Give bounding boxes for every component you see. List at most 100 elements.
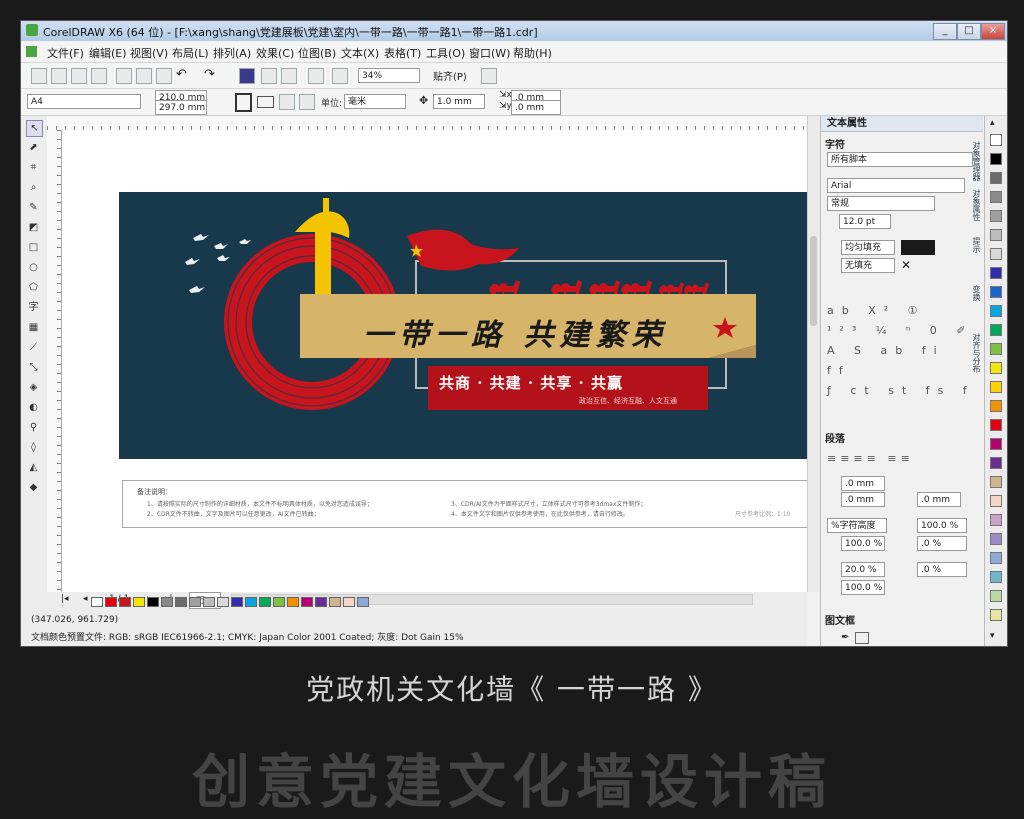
font-select[interactable]: Arial [827, 178, 965, 193]
eyedropper-tool-icon[interactable]: ⚲ [26, 420, 41, 435]
palette-swatch[interactable] [990, 457, 1002, 469]
connector-tool-icon[interactable]: ⤡ [26, 360, 41, 375]
notes-box[interactable]: 备注说明： 1、请按照实际的尺寸制作的详细材质，本文件不标明具体材质，以免对您造… [122, 480, 808, 528]
document-palette-swatch[interactable] [161, 597, 173, 607]
palette-swatch[interactable] [990, 476, 1002, 488]
palette-swatch[interactable] [990, 362, 1002, 374]
section-frame[interactable]: 图文框 [825, 612, 855, 627]
palette-swatch[interactable] [990, 419, 1002, 431]
transparency-tool-icon[interactable]: ◐ [26, 400, 41, 415]
fill-color-swatch[interactable] [901, 240, 935, 255]
palette-swatch[interactable] [990, 210, 1002, 222]
font-style-select[interactable]: 常规 [827, 196, 935, 211]
space-after-field[interactable]: .0 % [917, 536, 967, 551]
horizontal-ruler[interactable] [47, 116, 807, 131]
first-line-indent-field[interactable]: .0 mm [841, 492, 885, 507]
fill-tool-icon[interactable]: ◭ [26, 460, 41, 475]
document-palette-swatch[interactable] [175, 597, 187, 607]
alignment-icons[interactable]: ≡≡≡≡ ≡≡ [827, 452, 914, 465]
palette-scroll-up-icon[interactable]: ▴ [990, 118, 995, 128]
menu-arrange[interactable]: 排列(A) [213, 45, 251, 61]
page-height-field[interactable]: 297.0 mm [155, 100, 207, 115]
page-size-select[interactable]: A4 [27, 94, 141, 109]
document-palette-swatch[interactable] [217, 597, 229, 607]
palette-swatch[interactable] [990, 438, 1002, 450]
document-palette-swatch[interactable] [301, 597, 313, 607]
docker-side-tab[interactable]: 提示 [971, 237, 982, 253]
docker-side-tab[interactable]: 对象属性 [971, 189, 982, 221]
pick-tool-icon[interactable]: ↖ [26, 120, 43, 137]
palette-swatch[interactable] [990, 400, 1002, 412]
zoom-level-select[interactable]: 34% [358, 68, 420, 83]
background-fill-select[interactable]: 无填充 [841, 258, 895, 273]
prev-page-icon[interactable]: ◂ [83, 594, 88, 604]
crop-tool-icon[interactable]: ⌗ [26, 160, 41, 175]
outline-tool-icon[interactable]: ◊ [26, 440, 41, 455]
menu-text[interactable]: 文本(X) [341, 45, 379, 61]
nudge-distance-field[interactable]: 1.0 mm [433, 94, 485, 109]
smart-fill-icon[interactable]: ◩ [26, 220, 41, 235]
palette-swatch[interactable] [990, 514, 1002, 526]
shape-tool-icon[interactable]: ⬈ [26, 140, 41, 155]
language-spacing-field[interactable]: 100.0 % [841, 580, 885, 595]
line-spacing-mode-select[interactable]: %字符高度 [827, 518, 887, 533]
copy-icon[interactable] [136, 68, 152, 84]
docker-side-tab[interactable]: 对象管理器 [971, 141, 982, 181]
menu-layout[interactable]: 布局(L) [172, 45, 209, 61]
blend-tool-icon[interactable]: ◈ [26, 380, 41, 395]
paste-icon[interactable] [156, 68, 172, 84]
all-pages-icon[interactable] [279, 94, 295, 110]
document-palette-swatch[interactable] [329, 597, 341, 607]
ellipse-tool-icon[interactable]: ○ [26, 260, 41, 275]
document-palette-swatch[interactable] [343, 597, 355, 607]
menu-help[interactable]: 帮助(H) [513, 45, 552, 61]
vertical-ruler[interactable] [47, 130, 62, 592]
document-palette-swatch[interactable] [315, 597, 327, 607]
left-indent-field[interactable]: .0 mm [841, 476, 885, 491]
palette-swatch[interactable] [990, 343, 1002, 355]
font-size-field[interactable]: 12.0 pt [839, 214, 891, 229]
app-launcher-icon[interactable] [308, 68, 324, 84]
palette-swatch[interactable] [990, 571, 1002, 583]
interactive-fill-icon[interactable]: ◆ [26, 480, 41, 495]
import-icon[interactable] [239, 68, 255, 84]
freehand-tool-icon[interactable]: ✎ [26, 200, 41, 215]
dimension-tool-icon[interactable]: ⟋ [26, 340, 41, 355]
polygon-tool-icon[interactable]: ⬠ [26, 280, 41, 295]
maximize-button[interactable]: □ [957, 23, 981, 40]
document-palette-swatch[interactable] [231, 597, 243, 607]
palette-swatch[interactable] [990, 324, 1002, 336]
text-fill-select[interactable]: 均匀填充 [841, 240, 895, 255]
menu-table[interactable]: 表格(T) [384, 45, 421, 61]
table-tool-icon[interactable]: ▦ [26, 320, 41, 335]
script-select[interactable]: 所有脚本 [827, 152, 973, 167]
palette-swatch[interactable] [990, 305, 1002, 317]
portrait-icon[interactable] [235, 93, 252, 112]
palette-swatch[interactable] [990, 533, 1002, 545]
word-spacing-field[interactable]: .0 % [917, 562, 967, 577]
menu-edit[interactable]: 编辑(E) [89, 45, 127, 61]
palette-swatch[interactable] [990, 381, 1002, 393]
no-outline-swatch[interactable] [855, 632, 869, 644]
document-palette-swatch[interactable] [189, 597, 201, 607]
menu-effects[interactable]: 效果(C) [256, 45, 294, 61]
wall-design-artwork[interactable]: 一带一路 共建繁荣 共商 · 共建 · 共享 · 共赢 政治互信、经济互融、人文… [119, 192, 811, 459]
minimize-button[interactable]: _ [933, 23, 957, 40]
cut-icon[interactable] [116, 68, 132, 84]
menu-window[interactable]: 窗口(W) [469, 45, 510, 61]
options-icon[interactable] [481, 68, 497, 84]
publish-icon[interactable] [281, 68, 297, 84]
document-palette-swatch[interactable] [91, 597, 103, 607]
zoom-tool-icon[interactable]: ⌕ [26, 180, 41, 195]
palette-scroll-down-icon[interactable]: ▾ [990, 631, 995, 641]
document-palette-swatch[interactable] [133, 597, 145, 607]
first-page-icon[interactable]: |◂ [61, 594, 69, 604]
docker-side-tab[interactable]: 对齐与分布 [971, 333, 982, 373]
undo-icon[interactable]: ↶ [176, 67, 187, 82]
menu-file[interactable]: 文件(F) [47, 45, 84, 61]
outline-pen-icon[interactable]: ✒ [841, 632, 849, 643]
save-icon[interactable] [71, 68, 87, 84]
section-paragraph[interactable]: 段落 [825, 430, 845, 445]
welcome-icon[interactable] [332, 68, 348, 84]
document-palette-swatch[interactable] [357, 597, 369, 607]
